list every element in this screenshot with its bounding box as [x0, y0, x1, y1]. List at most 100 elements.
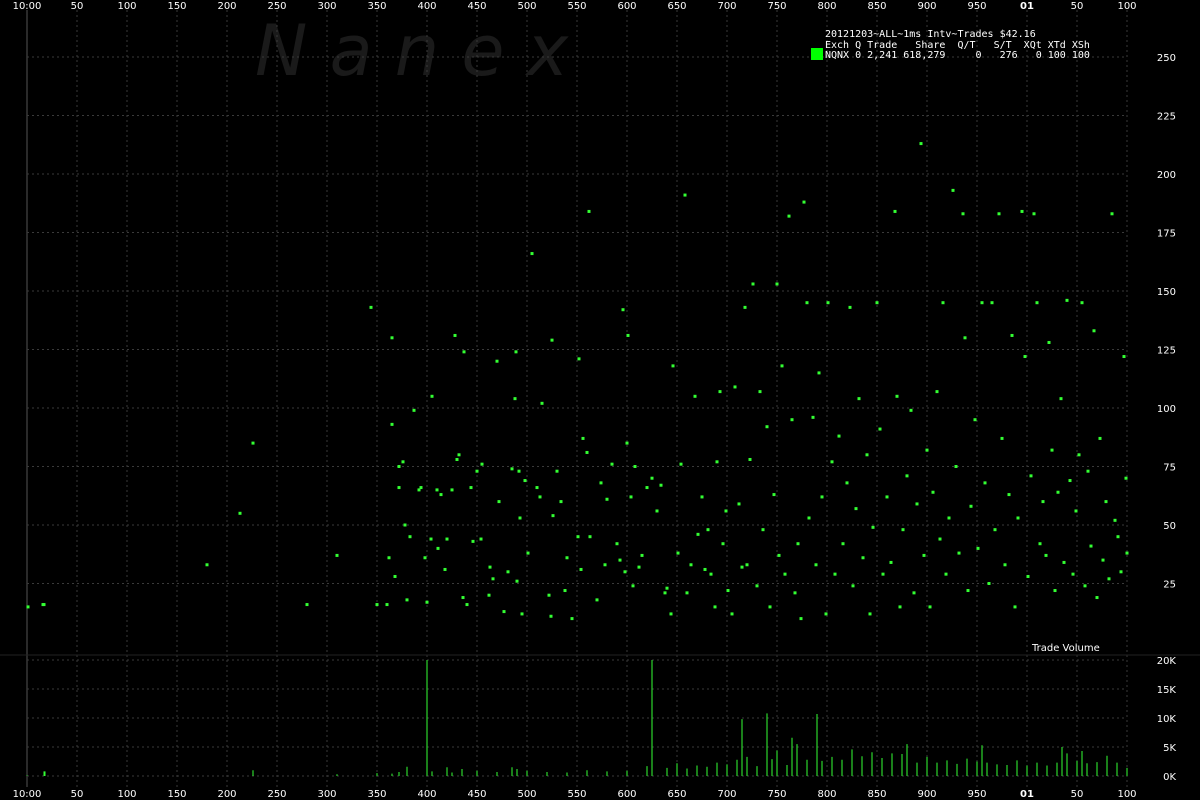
trade-point [1092, 329, 1096, 333]
trade-point [811, 415, 815, 419]
trade-point [1116, 535, 1120, 539]
trade-point [997, 212, 1001, 216]
trade-point [1113, 518, 1117, 522]
trade-point [1010, 333, 1014, 337]
x-tick-label-top: 250 [267, 1, 286, 12]
trade-point [1050, 448, 1054, 452]
y-tick-label-price-panel: 25 [1163, 580, 1176, 591]
trade-point [510, 467, 514, 471]
trade-point [375, 603, 379, 607]
trade-point [491, 577, 495, 581]
trade-point [893, 209, 897, 213]
trade-point [706, 528, 710, 532]
trade-point [837, 434, 841, 438]
trade-point [889, 560, 893, 564]
trade-point [777, 553, 781, 557]
x-tick-label-bottom: 400 [417, 789, 436, 800]
trade-point [659, 483, 663, 487]
trade-point [439, 493, 443, 497]
trade-point [824, 612, 828, 616]
x-tick-label-top: 50 [71, 1, 84, 12]
trade-point [26, 605, 30, 609]
trade-point [1032, 212, 1036, 216]
trade-point [1071, 572, 1075, 576]
trade-point [865, 453, 869, 457]
trade-point [805, 301, 809, 305]
trade-point [1101, 558, 1105, 562]
legend-swatch [811, 48, 823, 60]
trade-point [625, 441, 629, 445]
trade-point [1122, 355, 1126, 359]
trade-point [570, 617, 574, 621]
trade-point [576, 535, 580, 539]
trade-point [807, 516, 811, 520]
y-tick-label-volume-panel: 15K [1157, 685, 1177, 696]
x-tick-label-bottom: 500 [517, 789, 536, 800]
trade-point [1013, 605, 1017, 609]
trade-point [1083, 584, 1087, 588]
trade-point [513, 397, 517, 401]
trade-point [385, 603, 389, 607]
trade-point [1023, 355, 1027, 359]
trade-point [885, 495, 889, 499]
trade-point [461, 596, 465, 600]
y-tick-label-price-panel: 200 [1157, 170, 1176, 181]
y-tick-label-volume-panel: 0K [1163, 772, 1176, 783]
trade-point [931, 490, 935, 494]
x-tick-label-top: 150 [167, 1, 186, 12]
trade-point [700, 495, 704, 499]
y-tick-label-price-panel: 75 [1163, 463, 1176, 474]
trade-point [817, 371, 821, 375]
trade-point [745, 563, 749, 567]
trade-point [748, 457, 752, 461]
trade-point [799, 617, 803, 621]
trade-point [626, 333, 630, 337]
trade-point [469, 486, 473, 490]
trade-point [488, 565, 492, 569]
trade-point [551, 514, 555, 518]
x-tick-label-bottom: 200 [217, 789, 236, 800]
x-tick-label-top: 700 [717, 1, 736, 12]
trade-point [475, 469, 479, 473]
trade-point [517, 469, 521, 473]
x-tick-label-top: 100 [117, 1, 136, 12]
x-tick-label-top: 50 [1071, 1, 1084, 12]
trade-point [730, 612, 734, 616]
trade-point [909, 408, 913, 412]
trade-point [820, 495, 824, 499]
trade-point [1047, 340, 1051, 344]
trade-point [238, 511, 242, 515]
x-tick-label-bottom: 250 [267, 789, 286, 800]
trade-point [335, 553, 339, 557]
trade-point [453, 333, 457, 337]
trade-point [715, 460, 719, 464]
trade-point [605, 497, 609, 501]
trade-point [408, 535, 412, 539]
x-tick-label-bottom: 450 [467, 789, 486, 800]
trade-point [495, 359, 499, 363]
trade-point [928, 605, 932, 609]
trade-point [390, 422, 394, 426]
trade-point [871, 525, 875, 529]
trade-point [429, 537, 433, 541]
trade-point [423, 556, 427, 560]
trade-point [445, 537, 449, 541]
y-tick-label-price-panel: 250 [1157, 53, 1176, 64]
trade-point [944, 572, 948, 576]
trade-point [963, 336, 967, 340]
trade-point [412, 408, 416, 412]
y-tick-label-price-panel: 225 [1157, 112, 1176, 123]
trade-point [980, 301, 984, 305]
trade-point [577, 357, 581, 361]
trade-point [848, 305, 852, 309]
trade-point [547, 593, 551, 597]
x-tick-label-bottom: 100 [1117, 789, 1136, 800]
trade-point [915, 502, 919, 506]
trade-point [251, 441, 255, 445]
trade-point [650, 476, 654, 480]
trade-point [941, 301, 945, 305]
trade-point [787, 214, 791, 218]
x-tick-label-bottom: 800 [817, 789, 836, 800]
x-tick-label-bottom: 150 [167, 789, 186, 800]
trade-point [783, 572, 787, 576]
